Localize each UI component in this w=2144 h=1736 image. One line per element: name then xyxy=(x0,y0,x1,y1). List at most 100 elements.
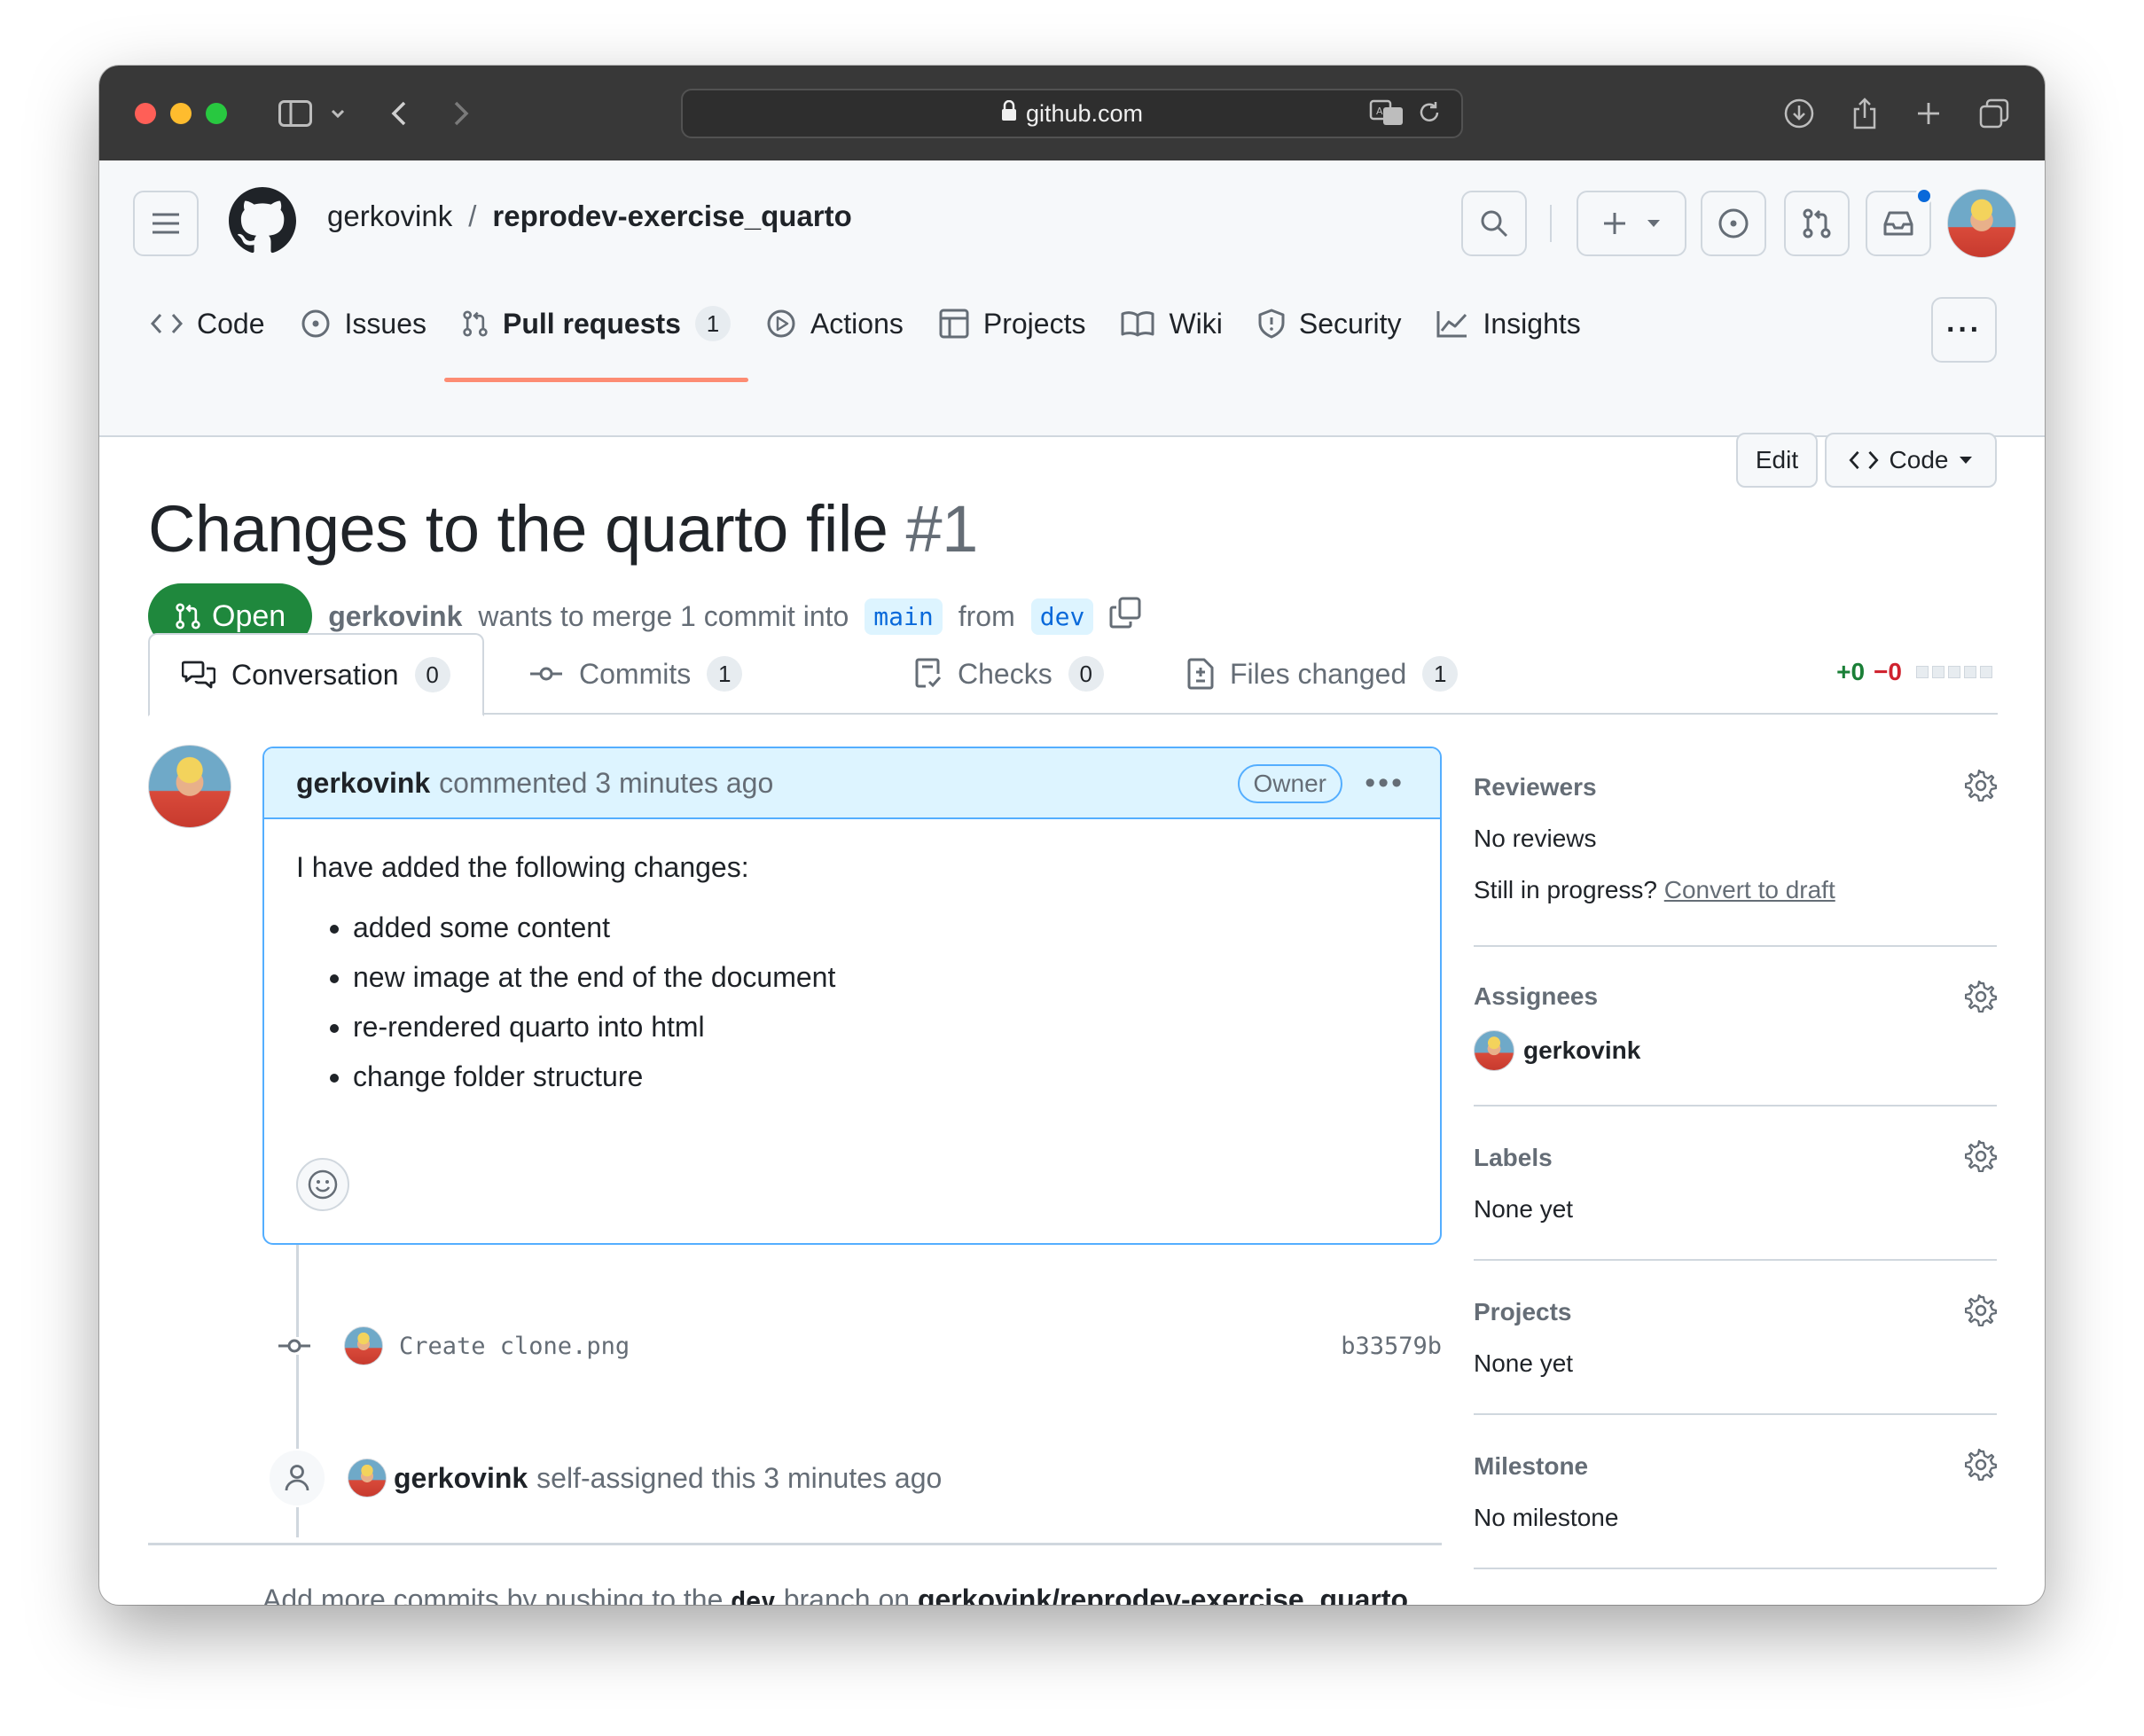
commit-author-avatar[interactable] xyxy=(344,1326,383,1365)
code-dropdown-button[interactable]: Code xyxy=(1825,433,1997,488)
head-branch[interactable]: dev xyxy=(1030,598,1094,635)
translate-icon[interactable]: A xyxy=(1369,99,1405,132)
close-window-button[interactable] xyxy=(135,103,156,124)
assignees-section: Assignees gerkovink xyxy=(1474,947,1997,1107)
push-hint-prefix: Add more commits by pushing to the xyxy=(262,1584,724,1605)
changes-list: added some content new image at the end … xyxy=(296,911,1408,1093)
tab-files-changed-label: Files changed xyxy=(1230,657,1407,690)
code-button-label: Code xyxy=(1889,446,1949,473)
add-reaction-button[interactable] xyxy=(296,1158,349,1211)
event-actor-link[interactable]: gerkovink xyxy=(394,1462,528,1495)
reload-icon[interactable] xyxy=(1417,100,1442,131)
sidebar-toggle-icon[interactable] xyxy=(273,92,317,135)
graph-icon xyxy=(1436,311,1467,338)
commit-message-link[interactable]: Create clone.png xyxy=(399,1333,630,1360)
zoom-window-button[interactable] xyxy=(206,103,227,124)
tab-overview-icon[interactable] xyxy=(1972,92,2016,135)
gear-icon[interactable] xyxy=(1965,1449,1997,1481)
tab-actions[interactable]: Actions xyxy=(748,285,921,363)
hamburger-menu-button[interactable] xyxy=(133,191,199,256)
search-button[interactable] xyxy=(1461,191,1527,256)
assignee-name: gerkovink xyxy=(1523,1036,1641,1064)
tab-commits[interactable]: Commits 1 xyxy=(529,633,743,715)
tab-pull-requests[interactable]: Pull requests 1 xyxy=(443,285,748,382)
comment-body: I have added the following changes: adde… xyxy=(264,819,1440,1093)
new-tab-icon[interactable] xyxy=(1906,92,1951,135)
tab-conversation[interactable]: Conversation 0 xyxy=(148,633,484,716)
draft-hint: Still in progress? Convert to draft xyxy=(1474,876,1835,904)
book-icon xyxy=(1121,311,1154,337)
labels-title[interactable]: Labels xyxy=(1474,1144,1553,1172)
create-new-button[interactable] xyxy=(1577,191,1686,256)
browser-window: github.com A gerkovink / reprodev-exerci… xyxy=(99,66,2045,1605)
more-nav-button[interactable]: ··· xyxy=(1931,297,1997,363)
comment-author-avatar[interactable] xyxy=(148,745,231,828)
tab-code[interactable]: Code xyxy=(133,285,283,363)
checks-counter: 0 xyxy=(1068,656,1104,692)
projects-title[interactable]: Projects xyxy=(1474,1298,1572,1326)
tab-checks-label: Checks xyxy=(958,657,1052,690)
search-icon xyxy=(1481,210,1508,238)
forward-icon[interactable] xyxy=(443,92,479,135)
copy-icon[interactable] xyxy=(1109,597,1141,636)
push-hint-suffix: . xyxy=(1408,1584,1416,1605)
git-pull-request-icon xyxy=(1803,208,1831,239)
reviewers-title[interactable]: Reviewers xyxy=(1474,773,1597,802)
pr-author-link[interactable]: gerkovink xyxy=(328,600,462,633)
assignee-item[interactable]: gerkovink xyxy=(1474,1030,1640,1071)
git-commit-icon xyxy=(530,667,562,681)
tab-files-changed[interactable]: Files changed 1 xyxy=(1187,633,1459,715)
notification-dot xyxy=(1915,187,1933,205)
comment-options-icon[interactable]: ••• xyxy=(1365,766,1405,801)
tab-insights[interactable]: Insights xyxy=(1419,285,1598,363)
back-icon[interactable] xyxy=(381,92,417,135)
share-icon[interactable] xyxy=(1843,92,1887,135)
user-avatar[interactable] xyxy=(1947,189,2016,258)
event-actor-avatar[interactable] xyxy=(348,1458,387,1497)
pull-requests-button[interactable] xyxy=(1784,191,1850,256)
base-branch[interactable]: main xyxy=(865,598,943,635)
git-pull-request-icon xyxy=(176,603,200,629)
tab-wiki[interactable]: Wiki xyxy=(1103,285,1240,363)
repo-breadcrumb: gerkovink / reprodev-exercise_quarto xyxy=(327,199,852,233)
issues-button[interactable] xyxy=(1701,191,1766,256)
assignees-title[interactable]: Assignees xyxy=(1474,982,1598,1011)
projects-value: None yet xyxy=(1474,1349,1574,1377)
repo-header: gerkovink / reprodev-exercise_quarto Cod xyxy=(99,160,2045,437)
convert-to-draft-link[interactable]: Convert to draft xyxy=(1664,876,1835,903)
downloads-icon[interactable] xyxy=(1777,92,1821,135)
milestone-title[interactable]: Milestone xyxy=(1474,1452,1588,1481)
address-url: github.com xyxy=(1025,99,1144,127)
repo-name-link[interactable]: reprodev-exercise_quarto xyxy=(492,199,851,233)
github-logo-icon[interactable] xyxy=(229,187,296,259)
gear-icon[interactable] xyxy=(1965,1140,1997,1172)
issue-opened-icon xyxy=(1718,208,1749,239)
git-pull-request-icon xyxy=(463,310,488,337)
address-bar[interactable]: github.com A xyxy=(681,89,1463,138)
gear-icon[interactable] xyxy=(1965,1294,1997,1326)
comment-action-text[interactable]: commented 3 minutes ago xyxy=(439,767,773,800)
commit-event: Create clone.png b33579b xyxy=(277,1319,1442,1372)
header-divider xyxy=(1550,205,1552,242)
commit-sha-link[interactable]: b33579b xyxy=(1341,1333,1442,1360)
tab-code-label: Code xyxy=(197,307,265,340)
lock-icon xyxy=(1001,99,1017,128)
tab-pull-requests-label: Pull requests xyxy=(502,307,681,340)
push-hint-repo-link[interactable]: gerkovink/reprodev-exercise_quarto xyxy=(918,1584,1408,1605)
tab-issues[interactable]: Issues xyxy=(283,285,444,363)
tab-issues-label: Issues xyxy=(344,307,426,340)
tab-security-label: Security xyxy=(1298,307,1402,340)
diff-deletions: −0 xyxy=(1874,658,1902,685)
comment-author-link[interactable]: gerkovink xyxy=(296,767,430,800)
repo-owner-link[interactable]: gerkovink xyxy=(327,199,452,233)
tab-group-chevron-icon[interactable] xyxy=(325,92,351,135)
edit-button[interactable]: Edit xyxy=(1736,433,1818,488)
tab-projects[interactable]: Projects xyxy=(921,285,1104,363)
minimize-window-button[interactable] xyxy=(170,103,192,124)
diff-additions: +0 xyxy=(1836,658,1866,685)
gear-icon[interactable] xyxy=(1965,981,1997,1013)
browser-toolbar: github.com A xyxy=(99,66,2045,160)
tab-security[interactable]: Security xyxy=(1240,285,1420,363)
tab-checks[interactable]: Checks 0 xyxy=(915,633,1104,715)
gear-icon[interactable] xyxy=(1965,770,1997,802)
